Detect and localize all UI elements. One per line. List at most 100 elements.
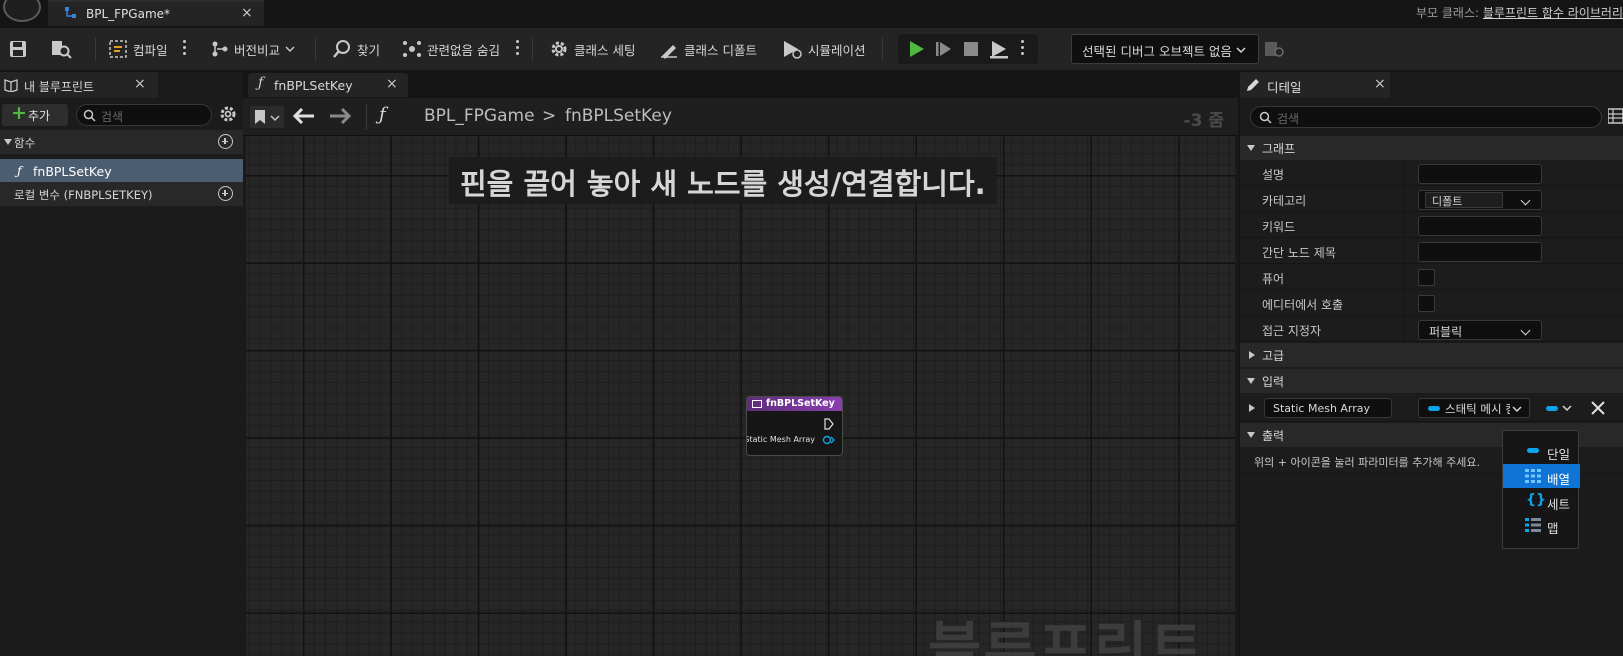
close-icon[interactable]: ×	[1374, 76, 1386, 92]
prop-pure: 퓨어	[1240, 264, 1623, 290]
add-button[interactable]: + 추가	[2, 102, 68, 126]
breadcrumb-root[interactable]: BPL_FPGame	[424, 106, 535, 126]
settings-gear-icon[interactable]	[218, 104, 238, 124]
graph-tab[interactable]: ƒ fnBPLSetKey ×	[248, 73, 408, 97]
details-title: 디테일	[1267, 80, 1302, 95]
array-pin-icon[interactable]	[822, 435, 835, 445]
stop-icon[interactable]	[963, 41, 979, 57]
step-icon[interactable]	[935, 40, 953, 58]
document-tab-close-icon[interactable]: ×	[241, 5, 253, 21]
menu-item-set[interactable]: {} 세트	[1503, 489, 1580, 513]
inputs-section-header[interactable]: 입력	[1240, 369, 1623, 393]
diff-icon	[212, 41, 228, 57]
forward-arrow-icon[interactable]	[329, 108, 351, 124]
diff-button[interactable]: 버전비교	[211, 28, 295, 70]
play-options-icon[interactable]	[1021, 40, 1025, 58]
input-param-row: Static Mesh Array 스태틱 메시 컴포넌트	[1240, 394, 1623, 422]
pure-checkbox[interactable]	[1418, 269, 1435, 286]
prop-description: 설명	[1240, 160, 1623, 186]
category-combo[interactable]: 디폴트	[1418, 190, 1542, 210]
class-settings-button[interactable]: 클래스 세팅	[549, 28, 635, 70]
play-icon[interactable]	[908, 40, 926, 58]
graph-tab-close-icon[interactable]: ×	[386, 76, 398, 92]
keywords-field[interactable]	[1418, 216, 1542, 236]
details-panel: 디테일 × 검색 그래프 설명 카테고리 디폴트 키워드 간단 노드 제목 퓨어…	[1240, 72, 1623, 656]
simulation-button[interactable]: 시뮬레이션	[781, 28, 866, 70]
breadcrumb-leaf: fnBPLSetKey	[565, 106, 672, 126]
details-header[interactable]: 디테일 ×	[1240, 72, 1390, 98]
class-defaults-button[interactable]: 클래스 디폴트	[659, 28, 757, 70]
menu-item-map[interactable]: 맵	[1503, 513, 1580, 537]
prop-access: 접근 지정자 퍼블릭	[1240, 316, 1623, 342]
add-local-variable-icon[interactable]	[218, 186, 233, 201]
param-name-field[interactable]: Static Mesh Array	[1264, 398, 1392, 418]
call-in-editor-checkbox[interactable]	[1418, 295, 1435, 312]
hide-unrelated-button[interactable]: 관련없음 숨김	[402, 28, 500, 70]
parent-class-label: 부모 클래스:	[1415, 6, 1480, 20]
diff-label: 버전비교	[234, 42, 281, 58]
book-icon	[4, 79, 18, 92]
remove-param-icon[interactable]	[1591, 401, 1605, 415]
param-type-select[interactable]: 스태틱 메시 컴포넌트	[1418, 398, 1530, 418]
my-blueprint-search-input[interactable]: 검색	[76, 104, 212, 126]
chevron-down-icon	[1520, 195, 1531, 206]
description-field[interactable]	[1418, 164, 1542, 184]
class-settings-label: 클래스 세팅	[574, 42, 636, 58]
compile-icon	[109, 40, 127, 58]
exec-pin-icon[interactable]	[824, 418, 834, 430]
compile-button[interactable]: 컴파일	[108, 28, 168, 70]
close-icon[interactable]: ×	[134, 76, 146, 92]
set-type-icon: {}	[1526, 492, 1546, 508]
search-icon	[1259, 111, 1272, 124]
access-specifier-combo[interactable]: 퍼블릭	[1418, 320, 1542, 340]
title-bar: BPL_FPGame* × 부모 클래스: 블루프린트 함수 라이브러리	[0, 0, 1623, 26]
prop-call-in-editor: 에디터에서 호출	[1240, 290, 1623, 316]
find-button[interactable]: 찾기	[332, 28, 380, 70]
hide-options-icon[interactable]	[516, 40, 520, 58]
container-type-button[interactable]	[1546, 398, 1578, 418]
function-entry-node[interactable]: fnBPLSetKey Static Mesh Array	[746, 396, 843, 456]
prop-compact-title: 간단 노드 제목	[1240, 238, 1623, 264]
my-blueprint-header[interactable]: 내 블루프린트 ×	[0, 72, 158, 98]
compile-options-icon[interactable]	[183, 40, 187, 58]
eject-icon[interactable]	[989, 39, 1009, 59]
my-blueprint-title: 내 블루프린트	[24, 80, 95, 94]
access-value: 퍼블릭	[1429, 325, 1463, 339]
debug-object-select[interactable]: 선택된 디버그 오브젝트 없음	[1071, 34, 1259, 64]
expand-arrow-icon[interactable]	[1249, 404, 1255, 412]
compact-title-field[interactable]	[1418, 242, 1542, 262]
prop-category: 카테고리 디폴트	[1240, 186, 1623, 212]
menu-item-single[interactable]: 단일	[1503, 439, 1580, 463]
document-tab[interactable]: BPL_FPGame* ×	[48, 0, 264, 26]
graph-hint-text: 핀을 끌어 놓아 새 노드를 생성/연결합니다.	[449, 157, 997, 204]
debug-object-label: 선택된 디버그 오브젝트 없음	[1082, 44, 1232, 59]
graph-canvas[interactable]	[246, 136, 1235, 656]
blueprint-watermark: 블루프린트	[928, 615, 1205, 656]
graph-section-header[interactable]: 그래프	[1240, 136, 1623, 160]
grid-view-icon[interactable]	[1608, 108, 1623, 124]
save-icon	[10, 41, 26, 57]
breadcrumb-separator: >	[542, 106, 557, 126]
bookmark-button[interactable]	[250, 106, 284, 128]
graph-section-label: 그래프	[1262, 142, 1296, 156]
menu-item-array[interactable]: 배열	[1503, 464, 1580, 488]
node-output-pin-label: Static Mesh Array	[746, 435, 815, 444]
browse-button[interactable]	[50, 28, 72, 70]
hide-unrelated-icon	[403, 41, 421, 57]
collapse-arrow-icon	[1247, 378, 1255, 384]
document-tab-label: BPL_FPGame*	[86, 7, 171, 21]
details-search-input[interactable]: 검색	[1250, 106, 1602, 128]
unreal-logo-icon[interactable]	[3, 0, 41, 22]
save-button[interactable]	[8, 28, 28, 70]
category-value[interactable]: 디폴트	[1425, 192, 1503, 208]
functions-category[interactable]: 함수	[0, 130, 243, 154]
local-variables-category[interactable]: 로컬 변수 (FNBPLSETKEY)	[0, 182, 243, 206]
array-type-icon	[1525, 469, 1541, 483]
parent-class-link[interactable]: 블루프린트 함수 라이브러리	[1483, 6, 1623, 20]
compile-label: 컴파일	[133, 42, 168, 58]
add-function-icon[interactable]	[218, 134, 233, 149]
back-arrow-icon[interactable]	[293, 108, 315, 124]
debug-filter-icon[interactable]	[1264, 40, 1284, 58]
advanced-section-header[interactable]: 고급	[1240, 343, 1623, 367]
collapse-arrow-icon	[1247, 432, 1255, 438]
